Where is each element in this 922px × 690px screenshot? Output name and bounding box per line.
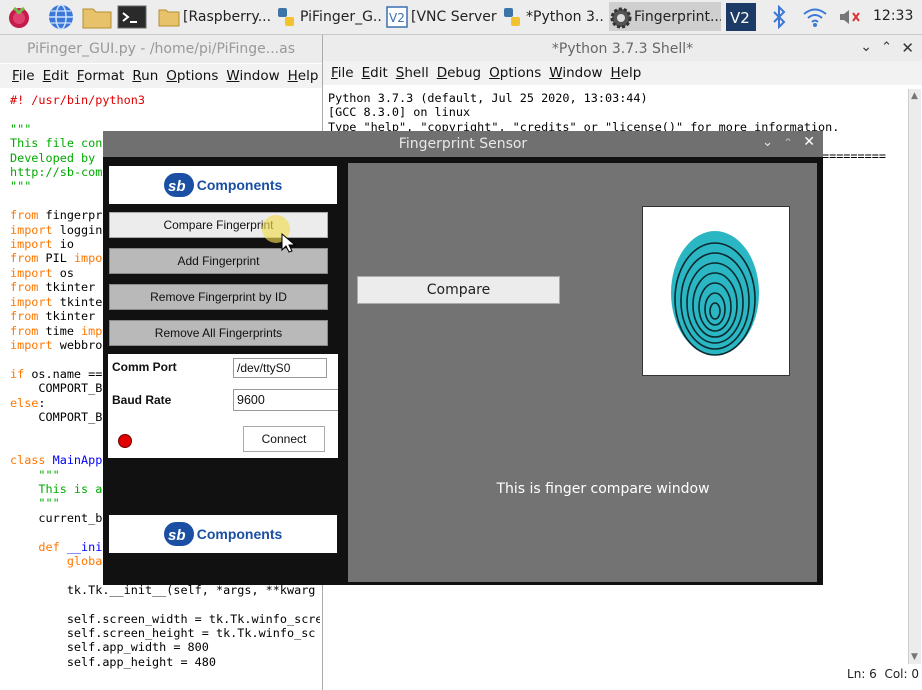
gear-icon <box>609 6 632 28</box>
raspberry-menu-icon[interactable] <box>6 4 32 30</box>
scroll-down-icon[interactable]: ▼ <box>911 652 918 662</box>
python-icon <box>275 6 297 28</box>
mouse-pointer-icon <box>281 232 299 255</box>
sb-components-logo: sb Components <box>109 166 337 204</box>
taskbar-item-raspberry[interactable]: [Raspberry... <box>158 2 270 31</box>
status-indicator <box>118 434 132 448</box>
vnc-tray-icon[interactable]: V2 <box>726 3 756 31</box>
taskbar-item-pifinger[interactable]: PiFinger_G... <box>275 2 383 31</box>
compare-message: This is finger compare window <box>496 481 710 497</box>
shell-scrollbar[interactable]: ▲ ▼ <box>908 89 921 664</box>
chevron-down-icon[interactable]: ⌄ <box>860 39 872 55</box>
shell-menu-file[interactable]: File <box>331 65 354 81</box>
editor-title[interactable]: PiFinger_GUI.py - /home/pi/PiFinge...as <box>0 35 322 63</box>
chevron-down-icon[interactable]: ⌄ <box>762 135 773 150</box>
sb-logo-icon: sb <box>163 522 194 546</box>
compare-button[interactable]: Compare <box>357 276 560 304</box>
shell-menubar: File Edit Shell Debug Options Window Hel… <box>323 61 922 85</box>
shell-menu-options[interactable]: Options <box>489 65 541 81</box>
volume-icon[interactable] <box>838 7 862 27</box>
compare-panel: Compare This is finger compare window <box>348 163 817 582</box>
svg-text:V2: V2 <box>730 9 750 27</box>
chevron-up-icon[interactable]: ⌃ <box>881 40 892 55</box>
shell-menu-edit[interactable]: Edit <box>362 65 388 81</box>
editor-menu-window[interactable]: Window <box>226 68 279 84</box>
editor-menu-edit[interactable]: Edit <box>43 68 69 84</box>
fingerprint-image <box>642 206 790 376</box>
svg-text:V2: V2 <box>389 11 405 25</box>
bluetooth-icon[interactable] <box>770 4 788 30</box>
browser-icon[interactable] <box>47 3 75 31</box>
folder-icon <box>158 6 180 28</box>
comm-port-label: Comm Port <box>112 360 177 374</box>
clock: 12:33 <box>873 8 914 24</box>
remove-all-fingerprints-button[interactable]: Remove All Fingerprints <box>109 320 328 346</box>
fingerprint-icon <box>671 231 759 356</box>
vnc-icon: V2 <box>386 5 408 28</box>
scroll-up-icon[interactable]: ▲ <box>911 91 918 101</box>
shell-menu-debug[interactable]: Debug <box>437 65 481 81</box>
editor-menu-options[interactable]: Options <box>166 68 218 84</box>
editor-menu-help[interactable]: Help <box>288 68 319 84</box>
close-icon[interactable]: ✕ <box>803 134 815 150</box>
shell-status: Ln: 6 Col: 0 <box>847 667 919 681</box>
python-icon <box>501 6 523 28</box>
file-manager-icon[interactable] <box>82 5 112 29</box>
shell-line: [GCC 8.3.0] on linux <box>328 105 471 120</box>
baud-rate-field[interactable]: 9600 <box>233 389 338 411</box>
terminal-icon[interactable] <box>117 5 147 29</box>
taskbar-item-python-shell[interactable]: *Python 3.... <box>501 2 605 31</box>
taskbar-item-vnc[interactable]: V2 [VNC Server] <box>386 2 498 31</box>
comm-port-field[interactable]: /dev/ttyS0 <box>233 358 327 378</box>
chevron-up-icon[interactable]: ⌃ <box>783 136 793 150</box>
shell-menu-shell[interactable]: Shell <box>396 65 429 81</box>
wifi-icon[interactable] <box>802 5 828 29</box>
svg-text:sb: sb <box>168 527 186 544</box>
close-icon[interactable]: ✕ <box>901 39 914 57</box>
shell-rule: ========= <box>822 149 886 163</box>
sb-components-logo-bottom: sb Components <box>109 515 337 553</box>
editor-menu-run[interactable]: Run <box>132 68 158 84</box>
sb-logo-icon: sb <box>163 173 194 197</box>
editor-menu-file[interactable]: File <box>12 68 35 84</box>
taskbar-item-fingerprint[interactable]: Fingerprint... <box>609 2 721 31</box>
connection-panel: Comm Port /dev/ttyS0 Baud Rate 9600 Conn… <box>108 354 338 458</box>
editor-menu-format[interactable]: Format <box>77 68 125 84</box>
shell-menu-help[interactable]: Help <box>611 65 642 81</box>
svg-text:sb: sb <box>168 178 186 195</box>
editor-menubar: File Edit Format Run Options Window Help <box>0 64 322 88</box>
baud-rate-label: Baud Rate <box>112 393 172 407</box>
remove-fingerprint-by-id-button[interactable]: Remove Fingerprint by ID <box>109 284 328 310</box>
shell-line: Python 3.7.3 (default, Jul 25 2020, 13:0… <box>328 91 648 105</box>
connect-button[interactable]: Connect <box>243 426 325 452</box>
shell-title[interactable]: *Python 3.7.3 Shell* ⌄ ⌃ ✕ <box>323 35 922 63</box>
fingerprint-window-title[interactable]: Fingerprint Sensor ⌄ ⌃ ✕ <box>103 131 823 157</box>
taskbar: [Raspberry... PiFinger_G... V2 [VNC Serv… <box>0 0 922 35</box>
shell-menu-window[interactable]: Window <box>549 65 602 81</box>
